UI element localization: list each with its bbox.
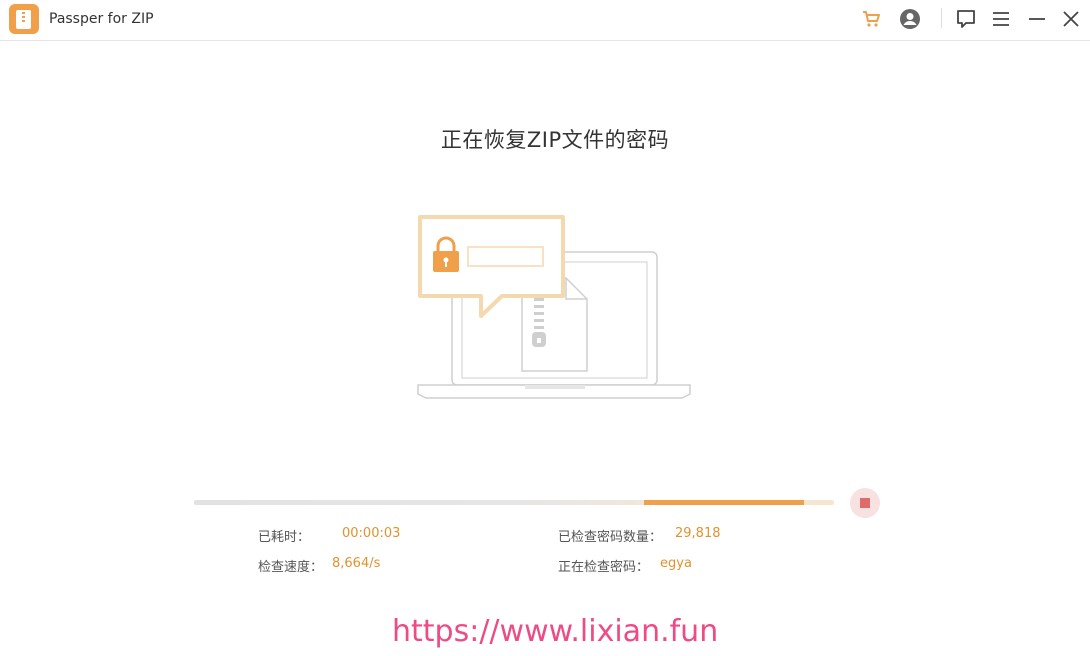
minimize-icon[interactable]	[1026, 8, 1048, 30]
recovery-illustration	[410, 210, 700, 410]
close-icon[interactable]	[1060, 8, 1082, 30]
elapsed-label: 已耗时：	[258, 530, 311, 545]
toolbar-divider	[941, 8, 942, 28]
user-icon[interactable]	[899, 8, 921, 30]
elapsed-value: 00:00:03	[342, 526, 401, 541]
page-title: 正在恢复ZIP文件的密码	[440, 128, 670, 152]
speed-label: 检查速度：	[258, 560, 324, 575]
app-title: Passper for ZIP	[49, 11, 154, 27]
stop-button[interactable]	[850, 488, 880, 518]
menu-icon[interactable]	[990, 8, 1012, 30]
checked-count-value: 29,818	[675, 526, 721, 541]
speed-value: 8,664/s	[332, 556, 381, 571]
progress-fill	[644, 500, 804, 505]
watermark-url: https://www.lixian.fun	[392, 614, 719, 649]
progress-bar	[194, 500, 834, 505]
title-bar: Passper for ZIP	[0, 0, 1090, 41]
cart-icon[interactable]	[860, 8, 882, 30]
checked-count-label: 已检查密码数量：	[558, 530, 663, 545]
stop-icon	[860, 498, 870, 508]
app-logo	[9, 4, 39, 34]
current-password-value: egya	[660, 556, 692, 571]
current-password-label: 正在检查密码：	[558, 560, 650, 575]
feedback-icon[interactable]	[955, 8, 977, 30]
